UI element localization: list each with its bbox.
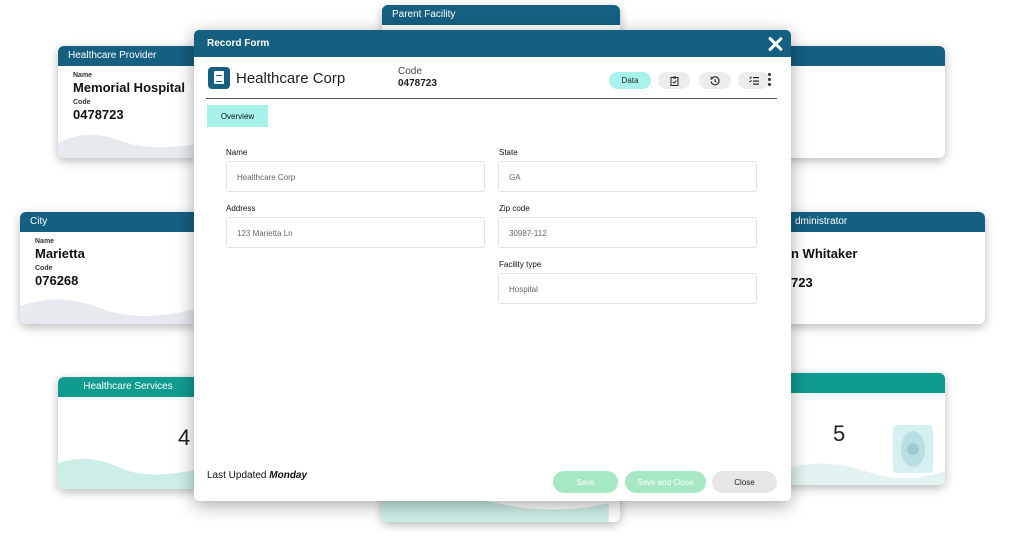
city-card: City Name Marietta Code 076268 <box>20 212 198 324</box>
decorative-wave <box>20 299 198 324</box>
provider-name-value: Memorial Hospital <box>73 80 185 95</box>
code-label: Code <box>398 66 422 77</box>
address-field[interactable]: 123 Marietta Ln <box>226 217 485 248</box>
save-and-close-button[interactable]: Save and Close <box>625 471 706 493</box>
city-code-label: Code <box>35 265 53 272</box>
city-name-label: Name <box>35 238 55 245</box>
city-header: City <box>20 212 198 232</box>
right-count-value: 5 <box>833 421 846 446</box>
administrator-code-value: 723 <box>791 275 813 290</box>
last-updated-label: Last Updated <box>207 470 270 481</box>
provider-code-label: Code <box>73 99 91 106</box>
close-icon[interactable] <box>765 34 785 54</box>
name-field-label: Name <box>226 148 248 157</box>
address-field-label: Address <box>226 204 256 213</box>
decorative-wave <box>58 458 198 489</box>
administrator-card: dministrator n Whitaker 723 <box>785 212 985 324</box>
right-top-header <box>785 46 945 66</box>
right-top-card <box>785 46 945 158</box>
decorative-wave <box>58 134 198 158</box>
clipboard-button[interactable] <box>658 72 690 89</box>
administrator-name-value: n Whitaker <box>791 246 858 261</box>
parent-facility-header: Parent Facility <box>382 5 620 25</box>
close-button[interactable]: Close <box>712 471 777 493</box>
city-name-value: Marietta <box>35 246 85 261</box>
zip-code-field-label: Zip code <box>499 204 530 213</box>
facility-type-field-label: Facility type <box>499 260 542 269</box>
state-field[interactable]: GA <box>498 161 757 192</box>
state-field-label: State <box>499 148 518 157</box>
provider-name-label: Name <box>73 72 93 79</box>
history-icon <box>710 75 720 85</box>
healthcare-provider-card: Healthcare Provider Name Memorial Hospit… <box>58 46 198 158</box>
record-title: Healthcare Corp <box>236 70 346 87</box>
data-view-button[interactable]: Data <box>609 72 651 89</box>
record-header-bar: Healthcare Corp Code 0478723 Data <box>206 66 777 99</box>
healthcare-services-card: Healthcare Services 4 <box>58 377 198 489</box>
code-value: 0478723 <box>398 78 437 89</box>
checklist-button[interactable] <box>738 72 770 89</box>
decorative-wave <box>785 463 945 485</box>
last-updated-text: Last Updated Monday <box>207 470 307 481</box>
right-count-header <box>785 373 945 393</box>
more-options-icon[interactable] <box>768 73 772 87</box>
provider-header: Healthcare Provider <box>58 46 198 66</box>
history-button[interactable] <box>699 72 731 89</box>
tab-overview[interactable]: Overview <box>207 105 268 127</box>
clipboard-icon <box>670 76 678 86</box>
services-header: Healthcare Services <box>58 377 198 397</box>
last-updated-value: Monday <box>269 470 308 481</box>
document-icon <box>208 67 230 89</box>
checklist-icon <box>749 76 759 85</box>
right-count-card: 5 <box>785 373 945 485</box>
modal-header: Record Form <box>194 30 791 57</box>
save-button[interactable]: Save <box>553 471 618 493</box>
facility-type-field[interactable]: Hospital <box>498 273 757 304</box>
record-form-modal: Record Form Healthcare Corp Code 0478723… <box>194 30 791 501</box>
modal-title: Record Form <box>207 38 270 49</box>
zip-code-field[interactable]: 30987-112 <box>498 217 757 248</box>
services-count: 4 <box>178 425 191 450</box>
name-field[interactable]: Healthcare Corp <box>226 161 485 192</box>
administrator-header: dministrator <box>785 212 985 232</box>
